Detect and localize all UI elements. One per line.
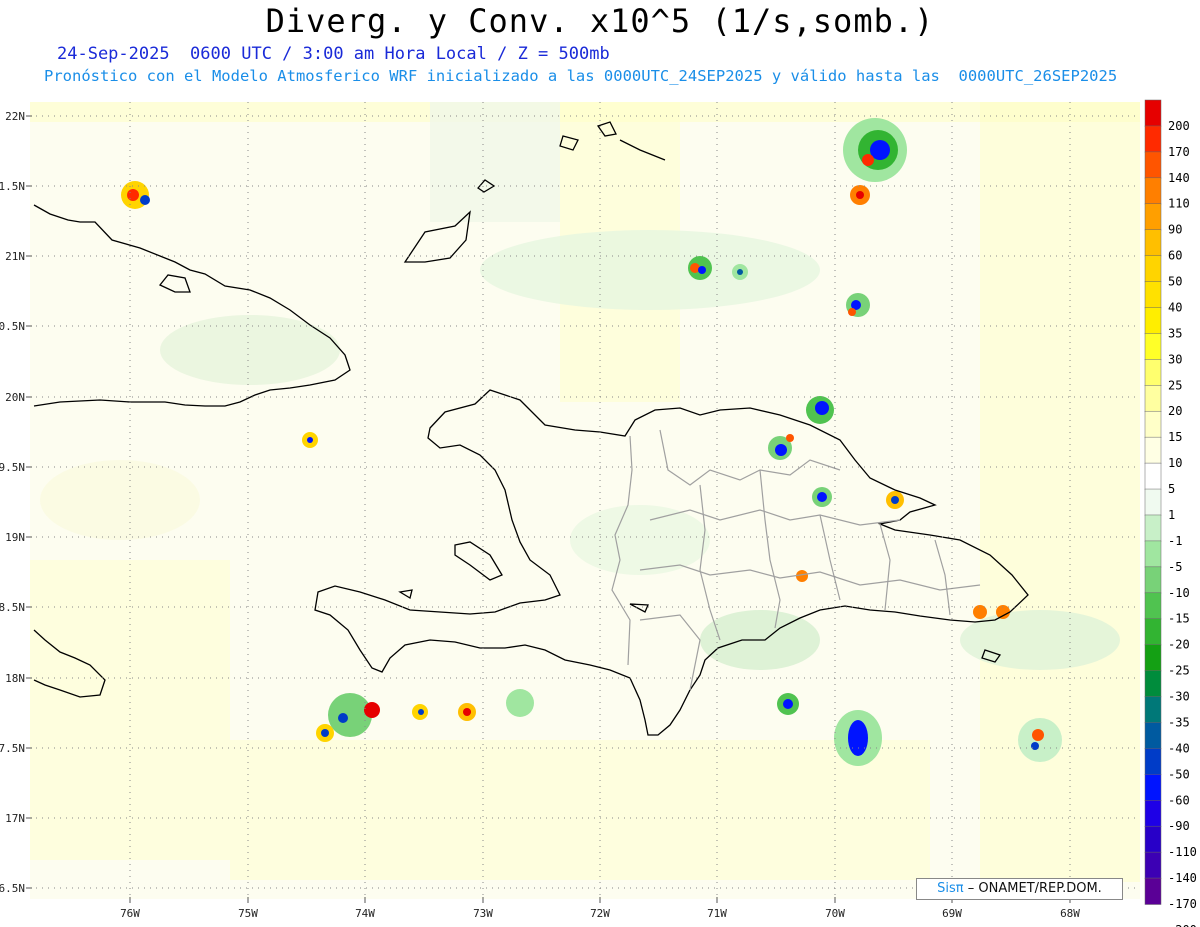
colorbar-swatch	[1144, 540, 1162, 568]
colorbar	[1144, 99, 1162, 905]
credit-box: Sisπ – ONAMET/REP.DOM.	[916, 878, 1123, 900]
colorbar-label: -30	[1168, 690, 1190, 704]
lat-label: 18N	[5, 672, 25, 685]
colorbar-label: 170	[1168, 145, 1190, 159]
colorbar-label: -1	[1168, 534, 1182, 548]
lon-label: 74W	[355, 907, 375, 920]
colorbar-label: 10	[1168, 456, 1182, 470]
colorbar-label: 50	[1168, 275, 1182, 289]
colorbar-labels: 200 170 140 110 90 60 50 40 35 30 25 20 15 10 5 1 -1 -5 -1…	[1168, 119, 1197, 927]
colorbar-swatch	[1144, 618, 1162, 646]
colorbar-swatch	[1144, 255, 1162, 283]
colorbar-swatch	[1144, 151, 1162, 179]
colorbar-swatch	[1144, 851, 1162, 879]
colorbar-swatch	[1144, 696, 1162, 724]
lat-label: 17N	[5, 812, 25, 825]
colorbar-swatch	[1144, 125, 1162, 153]
colorbar-label: -25	[1168, 664, 1190, 678]
colorbar-label: -40	[1168, 741, 1190, 755]
colorbar-swatch	[1144, 385, 1162, 412]
colorbar-swatch	[1144, 203, 1162, 231]
colorbar-label: -35	[1168, 715, 1190, 729]
sispi-logo: Sisπ	[937, 881, 964, 896]
lat-label: 22N	[5, 110, 25, 123]
colorbar-label: 15	[1168, 430, 1182, 444]
colorbar-label: -140	[1168, 871, 1197, 885]
colorbar-swatch	[1144, 99, 1162, 127]
lon-label: 69W	[942, 907, 962, 920]
colorbar-swatch	[1144, 307, 1162, 335]
credit-text: – ONAMET/REP.DOM.	[967, 881, 1102, 896]
lon-label: 70W	[825, 907, 845, 920]
lon-label: 73W	[473, 907, 493, 920]
colorbar-swatch	[1144, 825, 1162, 853]
colorbar-label: -20	[1168, 638, 1190, 652]
lon-label: 72W	[590, 907, 610, 920]
colorbar-label: -110	[1168, 845, 1197, 859]
colorbar-label: -90	[1168, 819, 1190, 833]
lat-label: 8.5N	[0, 601, 25, 614]
lat-label: 7.5N	[0, 742, 25, 755]
colorbar-label: -15	[1168, 612, 1190, 626]
colorbar-swatch	[1144, 281, 1162, 309]
colorbar-swatch	[1144, 592, 1162, 620]
colorbar-label: 30	[1168, 352, 1182, 366]
colorbar-label: 5	[1168, 482, 1175, 496]
colorbar-swatch	[1144, 462, 1162, 490]
colorbar-label: -170	[1168, 897, 1197, 911]
lon-label: 71W	[707, 907, 727, 920]
colorbar-swatch	[1144, 333, 1162, 361]
colorbar-swatch	[1144, 436, 1162, 464]
colorbar-label: 90	[1168, 223, 1182, 237]
divergence-map: 22N 1.5N 21N 0.5N 20N 9.5N 19N 8.5N 18N …	[0, 99, 1197, 927]
lat-label: 1.5N	[0, 180, 25, 193]
colorbar-swatch	[1144, 229, 1162, 257]
colorbar-label: 35	[1168, 326, 1182, 340]
lon-labels: 76W 75W 74W 73W 72W 71W 70W 69W 68W	[120, 907, 1080, 920]
lat-label: 21N	[5, 250, 25, 263]
lat-labels: 22N 1.5N 21N 0.5N 20N 9.5N 19N 8.5N 18N …	[0, 110, 25, 895]
colorbar-label: 200	[1168, 119, 1190, 133]
colorbar-swatch	[1144, 488, 1162, 516]
colorbar-swatch	[1144, 722, 1162, 750]
colorbar-label: -10	[1168, 586, 1190, 600]
colorbar-swatch	[1144, 644, 1162, 672]
colorbar-swatch	[1144, 748, 1162, 776]
colorbar-label: 140	[1168, 171, 1190, 185]
lat-label: 9.5N	[0, 461, 25, 474]
colorbar-label: 40	[1168, 300, 1182, 314]
colorbar-swatch	[1144, 359, 1162, 387]
colorbar-swatch	[1144, 410, 1162, 438]
lon-label: 68W	[1060, 907, 1080, 920]
colorbar-label: 25	[1168, 378, 1182, 392]
colorbar-swatch	[1144, 877, 1162, 905]
lat-label: 20N	[5, 391, 25, 404]
colorbar-label: -200	[1168, 923, 1197, 927]
colorbar-label: 110	[1168, 197, 1190, 211]
lat-label: 19N	[5, 531, 25, 544]
colorbar-label: 1	[1168, 508, 1175, 522]
colorbar-swatch	[1144, 800, 1162, 827]
lat-label: 6.5N	[0, 882, 25, 895]
colorbar-swatch	[1144, 774, 1162, 802]
lat-label: 0.5N	[0, 320, 25, 333]
colorbar-label: -50	[1168, 767, 1190, 781]
colorbar-swatch	[1144, 670, 1162, 698]
colorbar-label: 20	[1168, 404, 1182, 418]
colorbar-label: 60	[1168, 249, 1182, 263]
lon-label: 76W	[120, 907, 140, 920]
colorbar-label: -60	[1168, 793, 1190, 807]
lon-label: 75W	[238, 907, 258, 920]
colorbar-swatch	[1144, 566, 1162, 594]
colorbar-label: -5	[1168, 560, 1182, 574]
colorbar-swatch	[1144, 177, 1162, 205]
colorbar-swatch	[1144, 514, 1162, 542]
